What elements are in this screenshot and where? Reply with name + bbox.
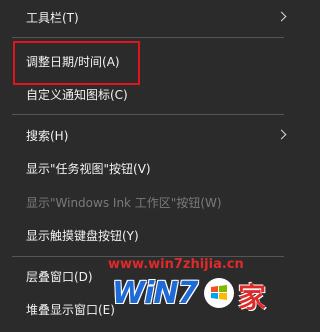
menu-item-label: 显示"任务视图"按钮(V) bbox=[26, 162, 151, 176]
windows-flag-icon bbox=[204, 278, 234, 308]
menu-item-label: 搜索(H) bbox=[26, 129, 69, 143]
menu-item-label: 自定义通知图标(C) bbox=[26, 88, 128, 102]
menu-item-toolbars[interactable]: 工具栏(T) bbox=[0, 6, 297, 30]
menu-item-search[interactable]: 搜索(H) bbox=[0, 124, 297, 148]
logo-text: WiN7 bbox=[112, 276, 198, 311]
menu-item-label: 显示触摸键盘按钮(Y) bbox=[26, 229, 139, 243]
menu-item-label: 堆叠显示窗口(E) bbox=[26, 303, 115, 317]
menu-item-label: 层叠窗口(D) bbox=[26, 270, 93, 284]
watermark-url: www.win7zhijia.cn bbox=[108, 257, 244, 272]
menu-item-customize-notification-icons[interactable]: 自定义通知图标(C) bbox=[0, 83, 297, 107]
logo-char: 家 bbox=[238, 281, 267, 314]
menu-item-show-ink-workspace: 显示"Windows Ink 工作区"按钮(W) bbox=[0, 191, 297, 215]
chevron-right-icon bbox=[276, 11, 287, 22]
menu-item-show-task-view[interactable]: 显示"任务视图"按钮(V) bbox=[0, 157, 297, 181]
menu-separator bbox=[12, 37, 284, 38]
menu-item-show-touch-keyboard[interactable]: 显示触摸键盘按钮(Y) bbox=[0, 224, 297, 248]
menu-separator bbox=[12, 114, 284, 115]
chevron-right-icon bbox=[276, 129, 287, 140]
menu-item-label: 工具栏(T) bbox=[26, 11, 79, 25]
menu-item-label: 显示"Windows Ink 工作区"按钮(W) bbox=[26, 196, 222, 210]
highlight-box bbox=[13, 41, 140, 85]
watermark-logo: WiN7 家 bbox=[112, 274, 292, 314]
